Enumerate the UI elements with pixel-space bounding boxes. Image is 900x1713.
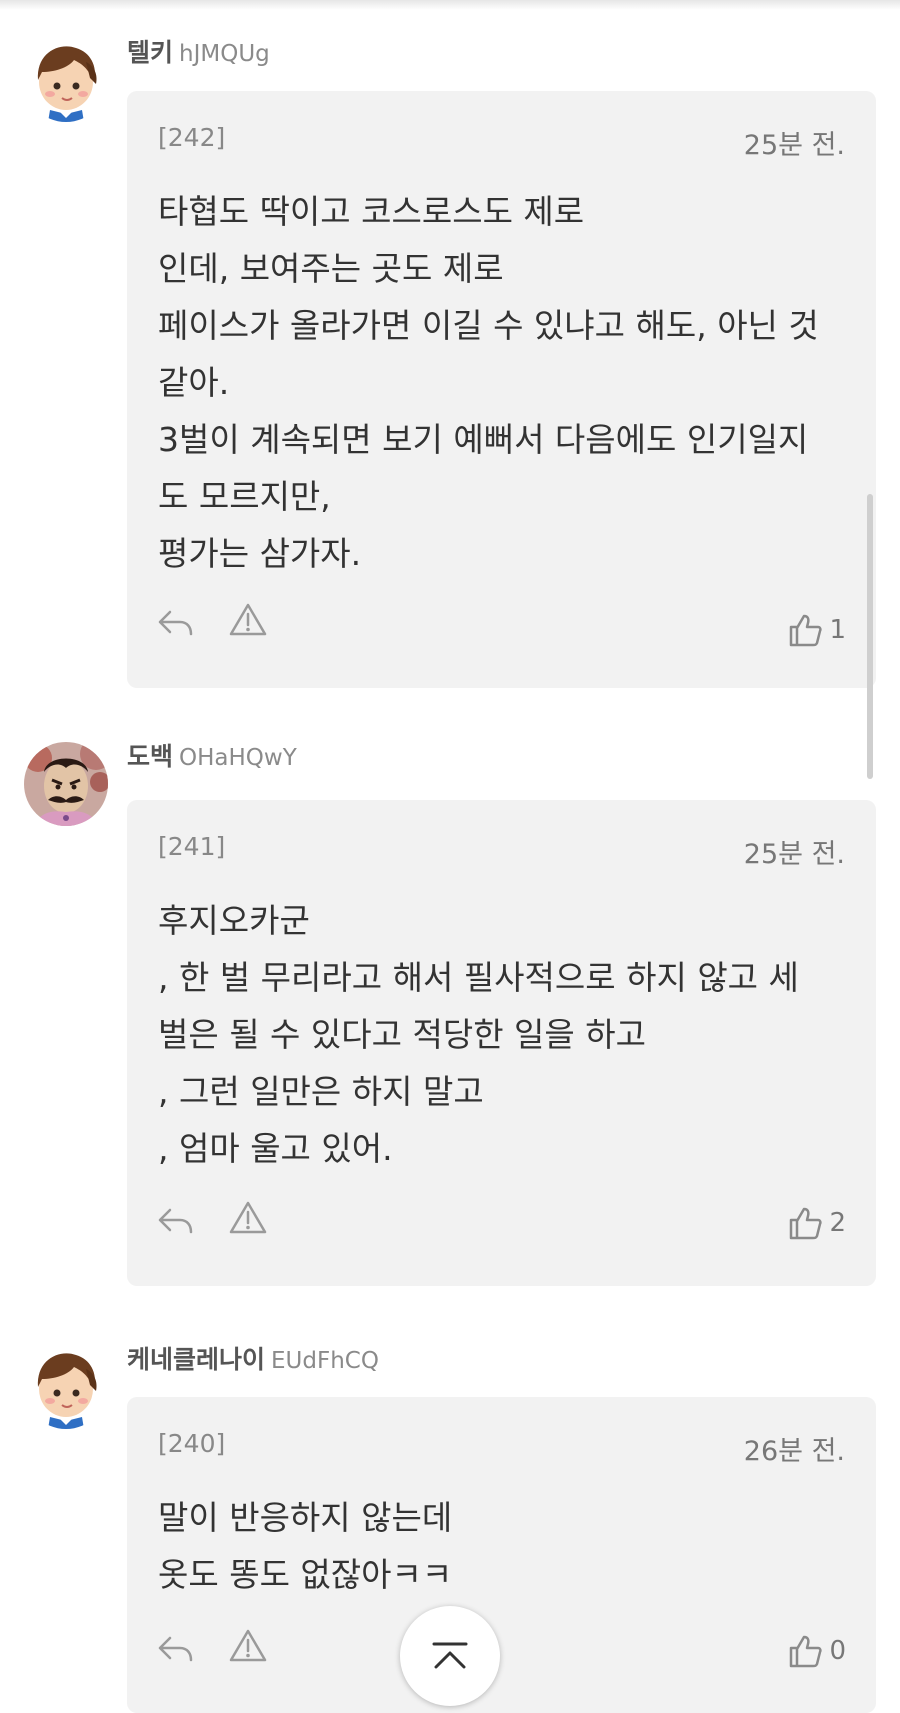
comment-number: [241] — [158, 832, 226, 861]
reply-icon[interactable] — [155, 1629, 195, 1669]
comment-number: [240] — [158, 1429, 226, 1458]
comment-line: 3벌이 계속되면 보기 예뻐서 다음에도 인기일지 — [158, 420, 809, 459]
comment-line: , 그런 일만은 하지 말고 — [158, 1072, 484, 1111]
comment-author: 도백 OHaHQwY — [127, 742, 297, 772]
comment-line: , 엄마 울고 있어. — [158, 1129, 393, 1168]
comment-author: 텔키 hJMQUg — [127, 38, 270, 68]
top-shadow — [0, 0, 900, 10]
warning-icon[interactable] — [228, 600, 268, 640]
comment-bubble: [240] 26분 전. 말이 반응하지 않는데 옷도 똥도 없잖아ㅋㅋ 0 — [127, 1397, 876, 1713]
comment-time: 25분 전. — [743, 130, 845, 161]
scrollbar[interactable] — [867, 494, 873, 779]
scroll-to-top-button[interactable] — [400, 1606, 500, 1706]
warning-icon[interactable] — [228, 1198, 268, 1238]
comment-line: 같아. — [158, 363, 230, 402]
author-id: hJMQUg — [179, 41, 270, 67]
warning-icon[interactable] — [228, 1626, 268, 1666]
author-name[interactable]: 도백 — [127, 742, 173, 771]
comment-line: 평가는 삼가자. — [158, 534, 362, 573]
comment-bubble: [241] 25분 전. 후지오카군 , 한 벌 무리라고 해서 필사적으로 하… — [127, 800, 876, 1286]
mustache-man-avatar-icon[interactable] — [24, 742, 108, 826]
like-button[interactable]: 1 — [787, 610, 846, 650]
author-id: EUdFhCQ — [271, 1348, 379, 1374]
comment-body: 타협도 딱이고 코스로스도 제로 인데, 보여주는 곳도 제로 페이스가 올라가… — [158, 183, 858, 582]
comment-body: 후지오카군 , 한 벌 무리라고 해서 필사적으로 하지 않고 세 벌은 될 수… — [158, 892, 858, 1177]
reply-icon[interactable] — [155, 1201, 195, 1241]
thumbs-up-icon — [790, 1635, 823, 1668]
like-count: 0 — [829, 1636, 846, 1666]
comment-body: 말이 반응하지 않는데 옷도 똥도 없잖아ㅋㅋ — [158, 1489, 858, 1603]
boy-avatar-icon[interactable] — [24, 38, 108, 122]
comment-time: 26분 전. — [743, 1436, 845, 1467]
comment-author: 케네클레나이 EUdFhCQ — [127, 1345, 379, 1375]
thumbs-up-icon — [790, 614, 823, 647]
comment-line: 옷도 똥도 없잖아ㅋㅋ — [158, 1555, 453, 1594]
author-name[interactable]: 케네클레나이 — [127, 1345, 265, 1374]
reply-icon[interactable] — [155, 603, 195, 643]
comment-line: 도 모르지만, — [158, 477, 331, 516]
like-button[interactable]: 2 — [787, 1203, 846, 1243]
comment-line: 말이 반응하지 않는데 — [158, 1498, 453, 1537]
like-button[interactable]: 0 — [787, 1631, 846, 1671]
comment-line: 인데, 보여주는 곳도 제로 — [158, 249, 504, 288]
comment-line: 벌은 될 수 있다고 적당한 일을 하고 — [158, 1015, 646, 1054]
like-count: 1 — [829, 615, 846, 645]
author-name[interactable]: 텔키 — [127, 38, 173, 67]
comment-line: , 한 벌 무리라고 해서 필사적으로 하지 않고 세 — [158, 958, 799, 997]
comment-number: [242] — [158, 123, 226, 152]
comment-line: 타협도 딱이고 코스로스도 제로 — [158, 192, 585, 231]
comment-line: 후지오카군 — [158, 901, 310, 940]
thumbs-up-icon — [790, 1207, 823, 1240]
comment-bubble: [242] 25분 전. 타협도 딱이고 코스로스도 제로 인데, 보여주는 곳… — [127, 91, 876, 688]
like-count: 2 — [829, 1208, 846, 1238]
chevron-up-icon — [432, 1642, 468, 1669]
comment-time: 25분 전. — [743, 839, 845, 870]
comment-line: 페이스가 올라가면 이길 수 있냐고 해도, 아닌 것 — [158, 306, 819, 345]
author-id: OHaHQwY — [179, 745, 297, 771]
boy-avatar-icon[interactable] — [24, 1345, 108, 1429]
